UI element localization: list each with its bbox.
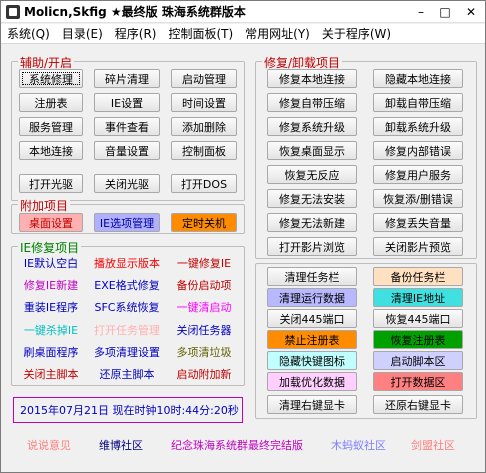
startup-manage-button[interactable]: 启动管理 xyxy=(171,69,237,88)
one-key-clean-startup[interactable]: 一键清启动 xyxy=(168,298,240,316)
menu-program[interactable]: 程序(R) xyxy=(109,25,163,42)
restore-add-remove-error-button[interactable]: 恢复添/删错误 xyxy=(373,189,463,208)
close-icon[interactable]: ✕ xyxy=(457,2,485,21)
exe-format-repair[interactable]: EXE格式修复 xyxy=(88,276,166,294)
backup-startup[interactable]: 备份启动项 xyxy=(168,276,240,294)
maximize-icon[interactable]: □ xyxy=(433,3,457,21)
close-task-manager[interactable]: 关闭任务器 xyxy=(168,321,240,339)
hide-local-connection-button[interactable]: 隐藏本地连接 xyxy=(373,69,463,88)
add-remove-button[interactable]: 添加删除 xyxy=(171,117,237,136)
restore-no-response-button[interactable]: 恢复无反应 xyxy=(267,165,357,184)
timed-shutdown-button[interactable]: 定时关机 xyxy=(171,213,237,232)
uninstall-builtin-zip-button[interactable]: 卸载自带压缩 xyxy=(373,93,463,112)
clean-ie-address-button[interactable]: 清理IE地址 xyxy=(373,288,463,307)
start-script-area-button[interactable]: 启动脚本区 xyxy=(373,351,463,370)
close-main-script[interactable]: 关闭主脚本 xyxy=(16,365,86,383)
load-optimize-data-button[interactable]: 加载优化数据 xyxy=(267,372,357,391)
ie-repair-new[interactable]: 修复IE新建 xyxy=(16,276,86,294)
control-panel-button[interactable]: 控制面板 xyxy=(171,141,237,160)
repair-internal-error-button[interactable]: 修复内部错误 xyxy=(373,141,463,160)
menu-directory[interactable]: 目录(E) xyxy=(56,25,109,42)
memorial-link[interactable]: 纪念珠海系统群最终完结版 xyxy=(171,437,303,453)
window-title: Molicn,Skfig ★最终版 珠海系统群版本 xyxy=(24,5,246,19)
ie-default-blank[interactable]: IE默认空白 xyxy=(16,254,86,272)
backup-taskbar-button[interactable]: 备份任务栏 xyxy=(373,267,463,286)
ie-one-key-repair[interactable]: 一键修复IE xyxy=(168,254,240,272)
disable-registry-button[interactable]: 禁止注册表 xyxy=(267,330,357,349)
repair-builtin-zip-button[interactable]: 修复自带压缩 xyxy=(267,93,357,112)
service-manage-button[interactable]: 服务管理 xyxy=(19,117,83,136)
start-addon[interactable]: 启动附加新 xyxy=(168,365,240,383)
minimize-icon[interactable]: – xyxy=(409,3,433,21)
sfc-restore[interactable]: SFC系统恢复 xyxy=(88,298,166,316)
app-window: Molicn,Skfig ★最终版 珠海系统群版本 – □ ✕ 系统(Q) 目录… xyxy=(0,0,486,473)
clean-right-key-card-button[interactable]: 清理右键显卡 xyxy=(267,395,357,414)
volume-settings-button[interactable]: 音量设置 xyxy=(94,141,160,160)
repair-system-update-button[interactable]: 修复系统升级 xyxy=(267,117,357,136)
restore-registry-button[interactable]: 恢复注册表 xyxy=(373,330,463,349)
clean-run-data-button[interactable]: 清理运行数据 xyxy=(267,288,357,307)
repair-cannot-new-button[interactable]: 修复无法新建 xyxy=(267,213,357,232)
restore-main-script[interactable]: 还原主脚本 xyxy=(88,365,166,383)
system-repair-button[interactable]: 系统修理 xyxy=(19,69,83,88)
repair-cannot-install-button[interactable]: 修复无法安装 xyxy=(267,189,357,208)
menu-system[interactable]: 系统(Q) xyxy=(1,25,56,42)
restore-right-key-card-button[interactable]: 还原右键显卡 xyxy=(373,395,463,414)
close-port-445-button[interactable]: 关闭445端口 xyxy=(267,309,357,328)
weibo-community-link[interactable]: 维博社区 xyxy=(99,437,143,453)
close-video-preview-button[interactable]: 关闭影片预览 xyxy=(373,237,463,256)
open-data-area-button[interactable]: 打开数据区 xyxy=(373,372,463,391)
title-bar: Molicn,Skfig ★最终版 珠海系统群版本 – □ ✕ xyxy=(1,1,485,23)
repair-lost-volume-button[interactable]: 修复丢失音量 xyxy=(373,213,463,232)
multi-clean-junk[interactable]: 多项清垃圾 xyxy=(168,343,240,361)
menu-about[interactable]: 关于程序(W) xyxy=(316,25,397,42)
open-dos-button[interactable]: 打开DOS xyxy=(171,174,237,193)
open-task-manager[interactable]: 打开任务管理 xyxy=(88,321,166,339)
clean-taskbar-button[interactable]: 清理任务栏 xyxy=(267,267,357,286)
hide-shortcut-icon-button[interactable]: 隐藏快键图标 xyxy=(267,351,357,370)
refresh-desktop[interactable]: 刷桌面程序 xyxy=(16,343,86,361)
time-settings-button[interactable]: 时间设置 xyxy=(171,93,237,112)
extra-group-title: 附加项目 xyxy=(18,197,71,214)
menu-urls[interactable]: 常用网址(Y) xyxy=(239,25,316,42)
feedback-link[interactable]: 说说意见 xyxy=(27,437,71,453)
ie-settings-button[interactable]: IE设置 xyxy=(94,93,160,112)
menu-bar: 系统(Q) 目录(E) 程序(R) 控制面板(T) 常用网址(Y) 关于程序(W… xyxy=(1,24,485,44)
one-key-kill-ie[interactable]: 一键杀掉IE xyxy=(16,321,86,339)
desktop-settings-button[interactable]: 桌面设置 xyxy=(19,213,83,232)
jianmeng-community-link[interactable]: 剑盟社区 xyxy=(411,437,455,453)
open-cdrom-button[interactable]: 打开光驱 xyxy=(19,174,83,193)
repair-user-service-button[interactable]: 修复用户服务 xyxy=(373,165,463,184)
local-connection-button[interactable]: 本地连接 xyxy=(19,141,83,160)
open-video-browse-button[interactable]: 打开影片浏览 xyxy=(267,237,357,256)
reinstall-ie[interactable]: 重装IE程序 xyxy=(16,298,86,316)
repair-local-connection-button[interactable]: 修复本地连接 xyxy=(267,69,357,88)
ie-options-button[interactable]: IE选项管理 xyxy=(94,213,160,232)
close-cdrom-button[interactable]: 关闭光驱 xyxy=(94,174,160,193)
event-viewer-button[interactable]: 事件查看 xyxy=(94,117,160,136)
multi-clean-settings[interactable]: 多项清理设置 xyxy=(88,343,166,361)
menu-control-panel[interactable]: 控制面板(T) xyxy=(162,25,239,42)
ie-play-version[interactable]: 播放显示版本 xyxy=(88,254,166,272)
registry-button[interactable]: 注册表 xyxy=(19,93,83,112)
uninstall-system-update-button[interactable]: 卸载系统升级 xyxy=(373,117,463,136)
defrag-button[interactable]: 碎片清理 xyxy=(94,69,160,88)
mumayi-community-link[interactable]: 木蚂蚁社区 xyxy=(331,437,386,453)
restore-desktop-display-button[interactable]: 恢复桌面显示 xyxy=(267,141,357,160)
restore-port-445-button[interactable]: 恢复445端口 xyxy=(373,309,463,328)
app-icon xyxy=(6,4,20,19)
datetime-status: 2015年07月21日 现在时钟10时:44分:20秒 xyxy=(13,397,243,423)
